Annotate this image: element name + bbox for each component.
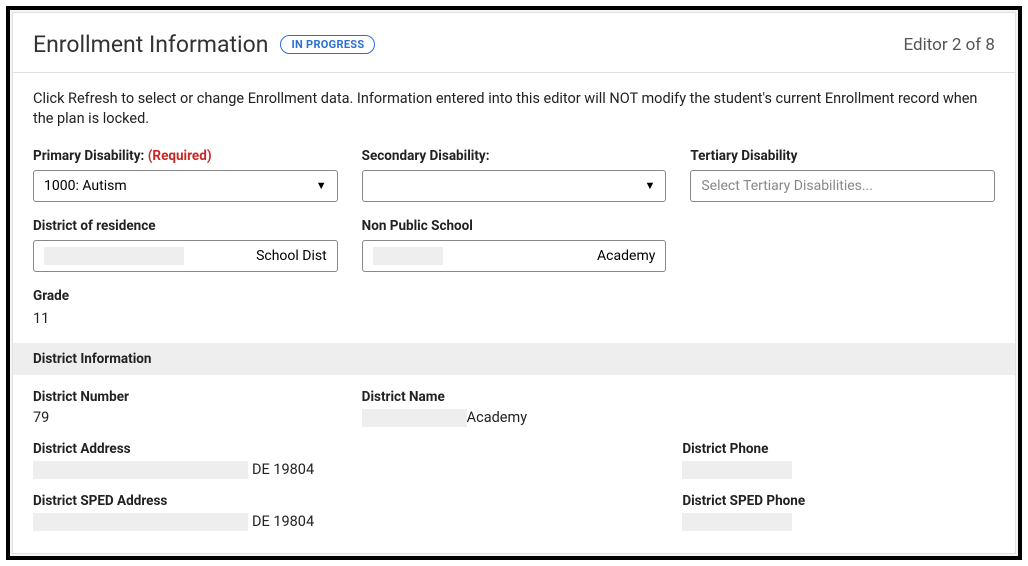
chevron-down-icon: ▼ (316, 179, 327, 192)
district-sped-address-label: District SPED Address (33, 493, 658, 509)
district-number-value: 79 (33, 409, 338, 426)
district-sped-address-value: DE 19804 (33, 513, 658, 531)
secondary-disability-label: Secondary Disability: (362, 148, 667, 164)
redacted-block (33, 513, 248, 531)
redacted-block (44, 247, 184, 265)
primary-disability-select[interactable]: 1000: Autism ▼ (33, 170, 338, 202)
district-address-value: DE 19804 (33, 461, 658, 479)
district-address-label: District Address (33, 441, 658, 457)
district-name-label: District Name (362, 389, 667, 405)
district-sped-phone-label: District SPED Phone (682, 493, 995, 509)
redacted-block (682, 513, 792, 531)
redacted-block (362, 409, 467, 427)
district-number-label: District Number (33, 389, 338, 405)
primary-disability-label: Primary Disability: (Required) (33, 148, 338, 164)
primary-disability-value: 1000: Autism (44, 178, 127, 194)
district-residence-input[interactable]: School Dist (33, 240, 338, 272)
district-info-header: District Information (13, 343, 1015, 375)
district-sped-phone-value (682, 513, 995, 531)
grade-label: Grade (33, 288, 995, 304)
header: Enrollment Information IN PROGRESS Edito… (13, 13, 1015, 73)
district-name-value: Academy (362, 409, 667, 427)
tertiary-disability-select[interactable]: Select Tertiary Disabilities... (690, 170, 995, 202)
secondary-disability-select[interactable]: ▼ (362, 170, 667, 202)
intro-text: Click Refresh to select or change Enroll… (33, 89, 995, 130)
required-marker: (Required) (148, 148, 212, 164)
chevron-down-icon: ▼ (644, 179, 655, 192)
editor-count: Editor 2 of 8 (904, 35, 995, 55)
non-public-school-label: Non Public School (362, 218, 667, 234)
non-public-school-input[interactable]: Academy (362, 240, 667, 272)
non-public-school-suffix: Academy (597, 248, 655, 264)
page-title: Enrollment Information (33, 31, 268, 58)
district-residence-suffix: School Dist (256, 248, 327, 264)
status-badge: IN PROGRESS (280, 35, 375, 54)
grade-value: 11 (33, 310, 995, 327)
district-phone-value (682, 461, 995, 479)
district-phone-label: District Phone (682, 441, 995, 457)
redacted-block (682, 461, 792, 479)
redacted-block (33, 461, 248, 479)
district-residence-label: District of residence (33, 218, 338, 234)
redacted-block (373, 247, 443, 265)
tertiary-disability-label: Tertiary Disability (690, 148, 995, 164)
tertiary-disability-placeholder: Select Tertiary Disabilities... (701, 178, 873, 194)
